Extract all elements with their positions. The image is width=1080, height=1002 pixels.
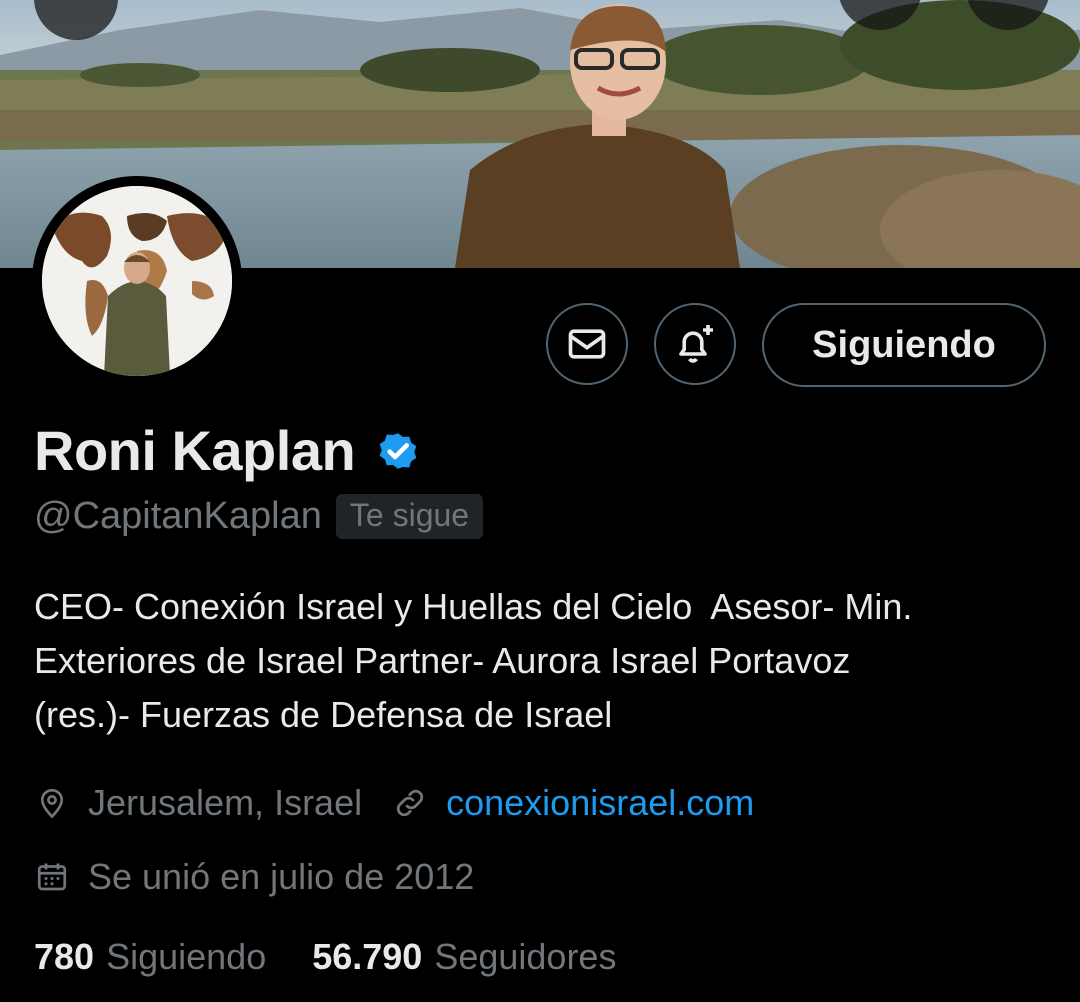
notifications-button[interactable] — [654, 303, 736, 385]
profile-avatar[interactable] — [32, 176, 242, 386]
envelope-icon — [568, 329, 606, 359]
joined-row: Se unió en julio de 2012 — [34, 856, 474, 898]
location-pin-icon — [40, 788, 64, 819]
profile-bio: CEO- Conexión Israel y Huellas del Cielo… — [34, 586, 913, 735]
name-row: Roni Kaplan — [34, 418, 423, 483]
joined-date: Se unió en julio de 2012 — [88, 856, 475, 897]
follows-you-badge: Te sigue — [335, 494, 484, 539]
website-link[interactable]: conexionisrael.com — [446, 782, 754, 824]
following-count: 780 — [34, 936, 95, 977]
followers-count: 56.790 — [312, 936, 423, 977]
followers-stat[interactable]: 56.790 Seguidores — [312, 936, 616, 978]
location-text: Jerusalem, Israel — [88, 782, 363, 823]
display-name: Roni Kaplan — [34, 419, 356, 482]
bell-plus-icon — [679, 325, 713, 363]
handle-row: @CapitanKaplan Te sigue — [34, 494, 484, 539]
avatar-photo — [42, 186, 232, 376]
link-icon — [397, 789, 424, 817]
message-button[interactable] — [546, 303, 628, 385]
calendar-icon — [37, 863, 67, 891]
verified-badge-icon[interactable] — [373, 426, 423, 476]
following-stat[interactable]: 780 Siguiendo — [34, 936, 266, 978]
profile-meta-row: Jerusalem, Israel conexionisrael.com — [34, 782, 754, 824]
following-label: Siguiendo — [106, 936, 267, 977]
following-button[interactable]: Siguiendo — [762, 303, 1046, 387]
user-handle: @CapitanKaplan — [34, 495, 322, 537]
followers-label: Seguidores — [434, 936, 617, 977]
follow-stats: 780 Siguiendo 56.790 Seguidores — [34, 936, 616, 978]
